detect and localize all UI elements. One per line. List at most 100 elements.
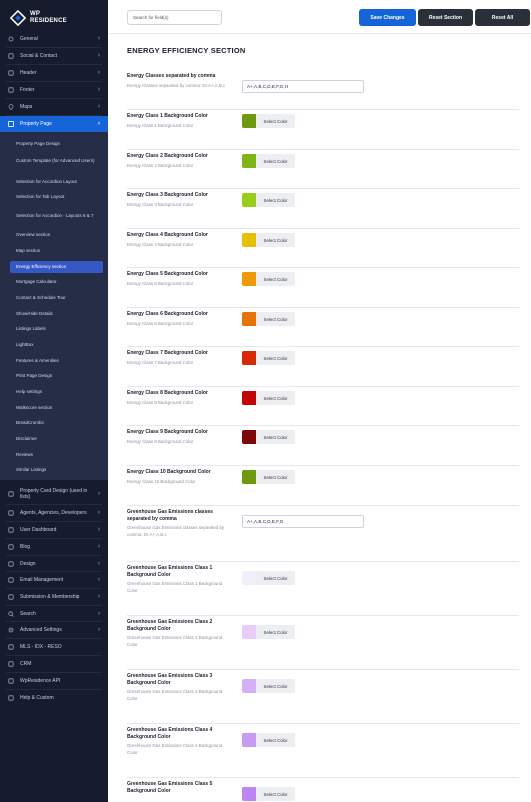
sidebar-item-property-page[interactable]: Property Page ˄ <box>0 116 108 132</box>
sidebar-item-label: Email Management <box>20 576 64 583</box>
sidebar-item-user-dashboard[interactable]: User Dashboard ˅ <box>0 522 108 537</box>
color-picker[interactable]: Select Color <box>242 154 295 168</box>
submenu-item-custom-template-for-advanced-users[interactable]: Custom Template (for Advanced Users) <box>10 153 103 169</box>
classes-text-input[interactable]: A+,A,B,C,D,E,F,G <box>242 515 364 528</box>
sidebar-item-footer[interactable]: Footer ˅ <box>0 82 108 98</box>
color-picker[interactable]: Select Color <box>242 391 295 405</box>
color-picker[interactable]: Select Color <box>242 233 295 247</box>
sidebar-item-search[interactable]: Search ˅ <box>0 606 108 621</box>
sidebar-item-submission-membership[interactable]: Submission & Membership ˅ <box>0 589 108 604</box>
submenu-item-walkscore-section[interactable]: Walkscore section <box>10 403 103 412</box>
select-color-button[interactable]: Select Color <box>256 351 295 365</box>
select-color-button[interactable]: Select Color <box>256 391 295 405</box>
select-color-button[interactable]: Select Color <box>256 430 295 444</box>
submenu-item-breadcrumbs[interactable]: BreadCrumbs <box>10 418 103 427</box>
select-color-button[interactable]: Select Color <box>256 233 295 247</box>
select-color-button[interactable]: Select Color <box>256 193 295 207</box>
color-swatch[interactable] <box>242 272 256 286</box>
submenu-item-listings-labels[interactable]: Listings Labels <box>10 324 103 333</box>
color-swatch[interactable] <box>242 351 256 365</box>
setting-label: Greenhouse Gas Emissions Class 2 Backgro… <box>127 619 213 632</box>
submenu-item-overview-section[interactable]: Overview section <box>10 230 103 239</box>
sidebar-item-help-custom[interactable]: Help & Custom <box>0 690 108 705</box>
chevron-icon: ˅ <box>97 104 101 110</box>
select-color-button[interactable]: Select Color <box>256 571 295 585</box>
select-color-button[interactable]: Select Color <box>256 154 295 168</box>
color-swatch[interactable] <box>242 312 256 326</box>
select-color-button[interactable]: Select Color <box>256 679 295 693</box>
sidebar-item-header[interactable]: Header ˅ <box>0 65 108 81</box>
sidebar-item-general[interactable]: General ˅ <box>0 31 108 47</box>
sidebar-item-advanced-settings[interactable]: Advanced Settings ˅ <box>0 622 108 637</box>
sidebar-item-crm[interactable]: CRM <box>0 656 108 671</box>
color-swatch[interactable] <box>242 571 256 585</box>
reset-section-button[interactable]: Reset Section <box>418 9 473 26</box>
submenu-item-map-section[interactable]: Map section <box>10 246 103 255</box>
select-color-button[interactable]: Select Color <box>256 625 295 639</box>
color-swatch[interactable] <box>242 430 256 444</box>
color-picker[interactable]: Select Color <box>242 272 295 286</box>
submenu-item-print-page-design[interactable]: Print Page Design <box>10 371 103 380</box>
sidebar-item-blog[interactable]: Blog ˅ <box>0 539 108 554</box>
submenu-item-features-amenities[interactable]: Features & Amenities <box>10 356 103 365</box>
color-swatch[interactable] <box>242 154 256 168</box>
select-color-button[interactable]: Select Color <box>256 114 295 128</box>
sidebar-item-mls-idx-reso[interactable]: MLS - IDX - RESO <box>0 639 108 654</box>
color-picker[interactable]: Select Color <box>242 351 295 365</box>
color-swatch[interactable] <box>242 787 256 801</box>
sidebar-item-email-management[interactable]: Email Management ˅ <box>0 572 108 587</box>
submenu-item-energy-efficiency-section[interactable]: Energy Efficiency section <box>10 261 103 273</box>
classes-text-input[interactable]: A+,A,B,C,D,E,F,G,H <box>242 80 364 93</box>
sidebar-item-maps[interactable]: Maps ˅ <box>0 99 108 115</box>
color-picker[interactable]: Select Color <box>242 430 295 444</box>
setting-row: Energy Class 6 Background Color Energy Cl… <box>127 308 519 347</box>
select-color-button[interactable]: Select Color <box>256 312 295 326</box>
sidebar-item-agents-agencies-developers[interactable]: Agents, Agencies, Developers ˅ <box>0 505 108 520</box>
sidebar-item-wpresidence-api[interactable]: WpResidence API <box>0 673 108 688</box>
color-picker[interactable]: Select Color <box>242 679 295 693</box>
color-swatch[interactable] <box>242 391 256 405</box>
sidebar-item-social-contact[interactable]: Social & Contact ˅ <box>0 48 108 64</box>
color-picker[interactable]: Select Color <box>242 312 295 326</box>
sidebar-item-design[interactable]: Design ˅ <box>0 556 108 571</box>
submenu-item-help-settings[interactable]: Help settings <box>10 387 103 396</box>
color-swatch[interactable] <box>242 625 256 639</box>
color-picker[interactable]: Select Color <box>242 733 295 747</box>
color-picker[interactable]: Select Color <box>242 571 295 585</box>
color-swatch[interactable] <box>242 733 256 747</box>
color-swatch[interactable] <box>242 233 256 247</box>
submenu-item-lightbox[interactable]: LightBox <box>10 340 103 349</box>
submenu-item-contact-schedule-tour[interactable]: Contact & Schedule Tour <box>10 293 103 302</box>
sidebar-item-property-card-design-used-in-lists[interactable]: Property Card Design (used in lists) ˅ <box>0 485 108 503</box>
select-color-button[interactable]: Select Color <box>256 272 295 286</box>
color-swatch[interactable] <box>242 470 256 484</box>
submenu-item-disclaimer[interactable]: Disclaimer <box>10 434 103 443</box>
setting-label: Energy Class 1 Background Color <box>127 113 208 119</box>
select-color-button[interactable]: Select Color <box>256 787 295 801</box>
select-color-button[interactable]: Select Color <box>256 733 295 747</box>
property-page-submenu: Property Page Design Custom Template (for… <box>0 132 108 480</box>
submenu-item-reviews[interactable]: Reviews <box>10 450 103 459</box>
submenu-item-property-page-design[interactable]: Property Page Design <box>10 139 103 148</box>
color-picker[interactable]: Select Color <box>242 470 295 484</box>
color-picker[interactable]: Select Color <box>242 787 295 801</box>
color-swatch[interactable] <box>242 114 256 128</box>
select-color-button[interactable]: Select Color <box>256 470 295 484</box>
search-fields-input[interactable] <box>127 10 222 25</box>
submenu-item-show-hide-details[interactable]: Show/Hide Details <box>10 309 103 318</box>
submenu-item-selection-for-tab-layout[interactable]: Selection for Tab Layout <box>10 192 103 201</box>
save-changes-button[interactable]: Save Changes <box>359 9 416 26</box>
logo[interactable]: WP RESIDENCE <box>10 8 67 28</box>
color-picker[interactable]: Select Color <box>242 114 295 128</box>
submenu-item-selection-for-accordion-layout[interactable]: Selection for Accordion Layout <box>10 177 103 186</box>
color-picker[interactable]: Select Color <box>242 625 295 639</box>
reset-all-button[interactable]: Reset All <box>475 9 530 26</box>
color-swatch[interactable] <box>242 679 256 693</box>
submenu-item-mortgage-calculator[interactable]: Mortgage Calculator <box>10 277 103 286</box>
footer-icon <box>8 87 14 93</box>
submenu-item-similar-listings[interactable]: Similar Listings <box>10 465 103 474</box>
color-picker[interactable]: Select Color <box>242 193 295 207</box>
submenu-item-selection-for-accordion-layouts-6-7[interactable]: Selection for Accordion - Layouts 6 & 7 <box>10 208 103 224</box>
setting-row: Energy Class 2 Background Color Energy Cl… <box>127 150 519 189</box>
color-swatch[interactable] <box>242 193 256 207</box>
